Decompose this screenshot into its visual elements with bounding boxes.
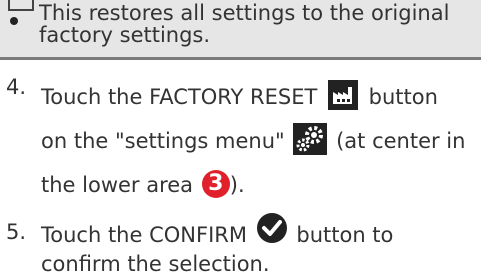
step-number: 5. (6, 220, 27, 244)
step-text: ). (229, 173, 245, 197)
bullet-icon (10, 17, 18, 25)
check-circle-icon (256, 212, 288, 244)
callout-badge: 3 (201, 170, 230, 198)
step-text: Touch the FACTORY RESET (41, 85, 318, 109)
step-line-1: Touch the FACTORY RESET button (41, 75, 471, 119)
step-line-3: the lower area 3). (41, 163, 471, 207)
step-line-2: on the "settings menu" (at center in (41, 119, 471, 163)
step-text: button (368, 85, 438, 109)
step-number: 4. (6, 75, 27, 99)
step-text: Touch the CONFIRM (41, 223, 247, 247)
note-box: This restores all settings to the origin… (0, 0, 481, 60)
note-icon (8, 0, 34, 11)
step-text: the lower area (41, 173, 194, 197)
factory-reset-icon (327, 80, 358, 110)
gear-icon (293, 123, 328, 155)
note-text: This restores all settings to the origin… (39, 1, 450, 47)
step-text: on the "settings menu" (41, 129, 285, 153)
step-body: Touch the FACTORY RESET button on the "s… (41, 75, 471, 207)
step-text: (at center in (336, 129, 466, 153)
step-body: Touch the CONFIRM button to confirm the … (41, 212, 471, 276)
